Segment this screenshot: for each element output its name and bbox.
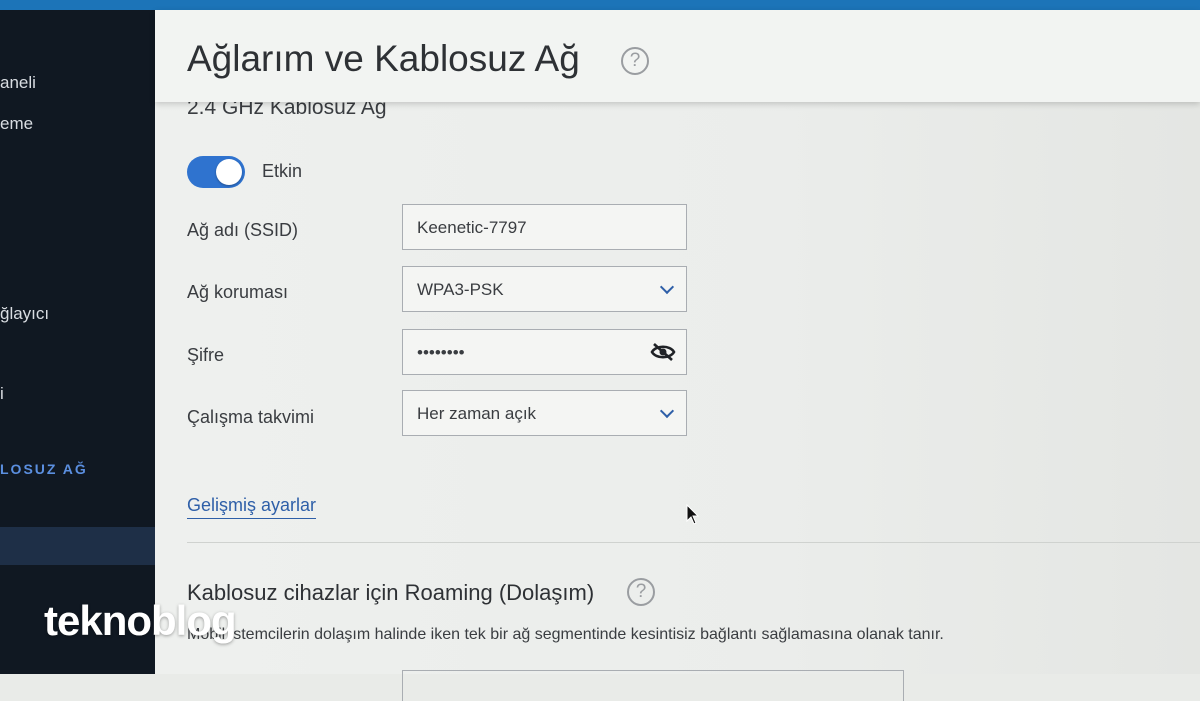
advanced-settings-link[interactable]: Gelişmiş ayarlar — [187, 495, 317, 519]
roaming-select[interactable] — [402, 670, 904, 701]
toggle-knob — [216, 159, 242, 185]
sidebar-item-partial[interactable]: i — [0, 384, 4, 404]
eye-slash-icon[interactable] — [650, 342, 676, 362]
security-value: WPA3-PSK — [417, 280, 504, 299]
ssid-value: Keenetic-7797 — [417, 218, 527, 237]
password-label: Şifre — [187, 345, 225, 365]
chevron-down-icon — [659, 403, 675, 419]
sidebar-item-monitoring[interactable]: eme — [0, 114, 33, 134]
password-value: •••••••• — [417, 343, 465, 362]
security-select[interactable]: WPA3-PSK — [402, 266, 687, 312]
schedule-select[interactable]: Her zaman açık — [402, 390, 687, 436]
schedule-label: Çalışma takvimi — [187, 407, 315, 427]
page-header: Ağlarım ve Kablosuz Ağ ? — [155, 10, 1200, 102]
top-accent-bar — [0, 0, 1200, 10]
ssid-input[interactable]: Keenetic-7797 — [402, 204, 687, 250]
roaming-title: Kablosuz cihazlar için Roaming (Dolaşım) — [187, 580, 595, 605]
main-content: Ağlarım ve Kablosuz Ağ ? 2.4 GHz Kablosu… — [155, 10, 1200, 701]
sidebar: aneli eme ğlayıcı i LOSUZ AĞ — [0, 10, 155, 674]
ssid-label: Ağ adı (SSID) — [187, 220, 299, 240]
sidebar-item-selected[interactable] — [0, 527, 155, 565]
password-input[interactable]: •••••••• — [402, 329, 687, 375]
help-icon[interactable]: ? — [621, 47, 649, 75]
security-label: Ağ koruması — [187, 282, 289, 302]
sidebar-item-panel[interactable]: aneli — [0, 73, 36, 93]
roaming-help-icon[interactable]: ? — [627, 578, 655, 606]
sidebar-item-provider[interactable]: ğlayıcı — [0, 304, 49, 324]
toggle-label: Etkin — [262, 161, 303, 181]
roaming-description: Mobil istemcilerin dolaşım halinde iken … — [187, 626, 944, 643]
page-title: Ağlarım ve Kablosuz Ağ — [187, 38, 580, 79]
section-divider — [187, 542, 1200, 543]
enable-toggle[interactable] — [187, 156, 245, 188]
watermark-logo: teknoblog — [44, 597, 237, 644]
mouse-cursor-icon — [686, 504, 700, 525]
schedule-value: Her zaman açık — [417, 404, 537, 423]
chevron-down-icon — [659, 279, 675, 295]
sidebar-category-wireless: LOSUZ AĞ — [0, 461, 88, 477]
